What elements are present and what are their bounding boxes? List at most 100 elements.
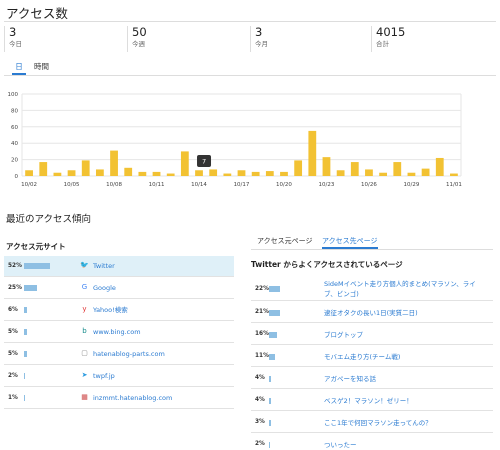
- stat-value: 3: [255, 25, 263, 39]
- target-percent: 22%: [255, 286, 269, 292]
- x-tick-label: 10/23: [319, 182, 335, 188]
- stat-month: 3 今月: [250, 26, 368, 52]
- target-page-link[interactable]: ついったー: [324, 440, 357, 450]
- share-bar: [24, 263, 50, 269]
- twitter-icon: 🐦: [80, 261, 89, 269]
- y-tick-label: 20: [11, 158, 18, 164]
- bar: [450, 173, 458, 176]
- divider: [4, 21, 496, 22]
- referrer-link[interactable]: inzmmt.hatenablog.com: [93, 388, 172, 409]
- y-tick-label: 100: [8, 92, 19, 98]
- bar: [322, 157, 331, 176]
- stat-label: 今週: [132, 40, 145, 48]
- stat-value: 50: [132, 25, 147, 39]
- share-bar: [24, 329, 27, 335]
- bar: [223, 173, 232, 176]
- referrer-link[interactable]: twpf.jp: [93, 366, 115, 387]
- target-page-title-line: ベスゲ2！マラソン！ゼリー！: [324, 396, 413, 405]
- stat-today: 3 今日: [4, 26, 122, 52]
- x-tick-label: 10/20: [276, 182, 292, 188]
- target-page-title-line: ここ1年で何回マラソン走ってんの？: [324, 418, 432, 427]
- tab-hour[interactable]: 時間: [34, 61, 49, 75]
- target-page-row[interactable]: 2% ついったー: [251, 434, 493, 450]
- target-percent: 21%: [255, 309, 269, 315]
- tab-target-pages[interactable]: アクセス先ページ: [322, 236, 378, 249]
- google-icon: G: [81, 283, 88, 291]
- bar: [294, 160, 303, 176]
- targets-title: Twitter からよくアクセスされているページ: [251, 260, 403, 269]
- target-percent: 16%: [255, 331, 269, 337]
- stat-label: 合計: [376, 40, 389, 48]
- bar: [110, 150, 118, 176]
- target-page-link[interactable]: ベスゲ2！マラソン！ゼリー！: [324, 396, 413, 406]
- target-page-link[interactable]: 逮征オタクの長い1日(実質二日): [324, 308, 418, 318]
- page-icon: ▢: [81, 349, 88, 357]
- bar: [152, 171, 161, 176]
- tooltip-value: 7: [202, 158, 206, 166]
- stat-week: 50 今週: [127, 26, 245, 52]
- target-page-row[interactable]: 4% アガペーを知る話: [251, 368, 493, 389]
- bar: [379, 172, 388, 176]
- referrer-row[interactable]: 5% b www.bing.com: [4, 322, 234, 343]
- target-page-row[interactable]: 4% ベスゲ2！マラソン！ゼリー！: [251, 390, 493, 411]
- referrer-link[interactable]: hatenablog-parts.com: [93, 344, 165, 365]
- share-bar: [269, 397, 271, 404]
- target-percent: 11%: [255, 353, 269, 359]
- target-page-title-line: アガペーを知る話: [324, 374, 376, 383]
- target-page-link[interactable]: SideMイベント走り方個人的まとめ(マラソン、ライ ブ、ビンゴ): [324, 279, 476, 299]
- target-page-title-line: ブログトップ: [324, 330, 363, 339]
- referrer-link[interactable]: Twitter: [93, 256, 115, 277]
- bar: [407, 172, 416, 176]
- share-bar: [24, 373, 25, 379]
- target-page-row[interactable]: 22% SideMイベント走り方個人的まとめ(マラソン、ライ ブ、ビンゴ): [251, 277, 493, 301]
- referrer-row[interactable]: 25% G Google: [4, 278, 234, 299]
- bing-icon: b: [82, 327, 87, 335]
- yahoo-icon: y: [82, 305, 87, 313]
- bar: [336, 170, 345, 176]
- referrer-link[interactable]: Yahoo!検索: [93, 300, 128, 321]
- page-title: アクセス数: [6, 6, 68, 21]
- y-tick-label: 0: [15, 174, 19, 180]
- target-page-link[interactable]: モバエム走り方(チーム戦): [324, 352, 400, 362]
- tab-divider: [251, 249, 493, 250]
- referrer-percent: 2%: [8, 373, 18, 379]
- referrer-row[interactable]: 6% y Yahoo!検索: [4, 300, 234, 321]
- bar: [421, 168, 430, 176]
- tab-source-pages[interactable]: アクセス元ページ: [257, 236, 313, 249]
- tab-day[interactable]: 日: [12, 61, 26, 75]
- y-tick-label: 80: [11, 108, 18, 114]
- x-tick-label: 10/29: [404, 182, 420, 188]
- target-page-link[interactable]: ここ1年で何回マラソン走ってんの？: [324, 418, 432, 428]
- share-bar: [269, 419, 271, 426]
- target-page-link[interactable]: ブログトップ: [324, 330, 363, 340]
- stat-total: 4015 合計: [371, 26, 489, 52]
- referrer-row[interactable]: 2% ➤ twpf.jp: [4, 366, 234, 387]
- blog-favicon-icon: ▦: [81, 393, 88, 401]
- target-page-row[interactable]: 3% ここ1年で何回マラソン走ってんの？: [251, 412, 493, 433]
- target-page-row[interactable]: 16% ブログトップ: [251, 324, 493, 345]
- referrer-link[interactable]: Google: [93, 278, 116, 299]
- bar: [350, 162, 359, 176]
- referrer-percent: 6%: [8, 307, 18, 313]
- x-tick-label: 10/26: [361, 182, 377, 188]
- bar: [95, 169, 104, 176]
- daily-access-chart: 0 20 40 60 80 100 10/02 10/05 10/08 10/11 10/14 10…: [8, 92, 462, 188]
- target-page-row[interactable]: 21% 逮征オタクの長い1日(実質二日): [251, 302, 493, 323]
- referrer-row[interactable]: 1% ▦ inzmmt.hatenablog.com: [4, 388, 234, 409]
- x-tick-label: 10/17: [234, 182, 250, 188]
- target-page-title-line: 逮征オタクの長い1日(実質二日): [324, 308, 418, 317]
- stat-value: 3: [9, 25, 17, 39]
- share-bar: [269, 353, 275, 360]
- target-page-link[interactable]: アガペーを知る話: [324, 374, 376, 384]
- referrer-row[interactable]: 52% 🐦 Twitter: [4, 256, 234, 277]
- bar: [180, 151, 189, 176]
- target-page-row[interactable]: 11% モバエム走り方(チーム戦): [251, 346, 493, 367]
- referrer-link[interactable]: www.bing.com: [93, 322, 141, 343]
- x-tick-label: 10/05: [64, 182, 80, 188]
- bar: [81, 160, 90, 176]
- bar: [435, 157, 444, 176]
- x-tick-label: 10/08: [106, 182, 122, 188]
- referrer-row[interactable]: 5% ▢ hatenablog-parts.com: [4, 344, 234, 365]
- share-bar: [269, 441, 270, 448]
- referrer-percent: 25%: [8, 285, 22, 291]
